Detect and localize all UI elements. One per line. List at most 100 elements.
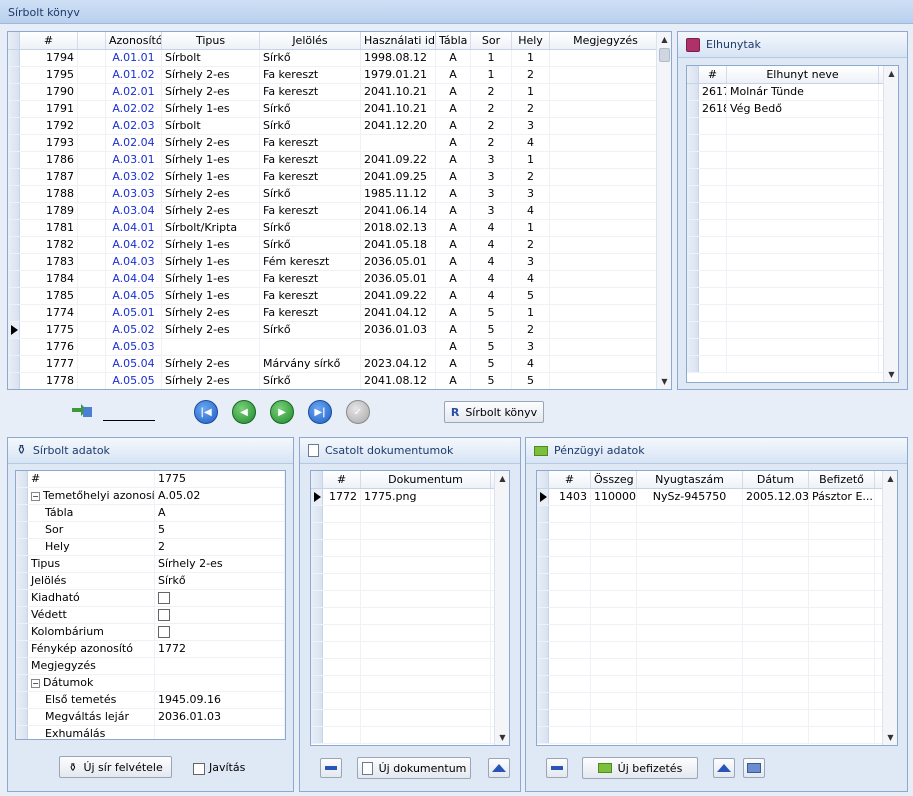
- property-row[interactable]: Megváltás lejár 2036.01.03: [16, 709, 285, 726]
- table-row[interactable]: [311, 676, 509, 693]
- table-row[interactable]: [537, 676, 897, 693]
- deceased-grid[interactable]: #Elhunyt neve 2617Molnár Tünde2618Vég Be…: [686, 65, 899, 383]
- main-grid-scrollbar[interactable]: ▲ ▼: [656, 32, 671, 389]
- table-row[interactable]: [537, 591, 897, 608]
- table-row[interactable]: 1786 A.03.01 Sírhely 1-es Fa kereszt 2041.09…: [8, 152, 671, 169]
- table-row[interactable]: [311, 727, 509, 744]
- list-item[interactable]: [687, 169, 898, 186]
- filter-icon[interactable]: [78, 32, 106, 49]
- new-payment-button[interactable]: Új befizetés: [582, 757, 698, 779]
- property-value[interactable]: [155, 590, 285, 606]
- list-item[interactable]: [687, 135, 898, 152]
- table-row[interactable]: [311, 625, 509, 642]
- remove-document-button[interactable]: [320, 758, 342, 778]
- list-item[interactable]: [687, 288, 898, 305]
- table-row[interactable]: [537, 710, 897, 727]
- property-value[interactable]: [155, 658, 285, 674]
- table-row[interactable]: 1792 A.02.03 Sírbolt Sírkő 2041.12.20 A 2 3: [8, 118, 671, 135]
- remove-payment-button[interactable]: [546, 758, 568, 778]
- list-item[interactable]: 2618Vég Bedő: [687, 101, 898, 118]
- column-header[interactable]: Tábla: [436, 32, 471, 49]
- collapse-icon[interactable]: −: [31, 678, 40, 688]
- column-header[interactable]: Megjegyzés: [550, 32, 662, 49]
- property-row[interactable]: #1775: [16, 471, 285, 488]
- property-row[interactable]: Exhumálás: [16, 726, 285, 739]
- table-row[interactable]: [537, 557, 897, 574]
- table-row[interactable]: 1789 A.03.04 Sírhely 2-es Fa kereszt 2041.06…: [8, 203, 671, 220]
- column-header[interactable]: #: [323, 471, 361, 488]
- table-row[interactable]: [311, 659, 509, 676]
- table-row[interactable]: 1785 A.04.05 Sírhely 1-es Fa kereszt 2041.09…: [8, 288, 671, 305]
- table-row[interactable]: [537, 540, 897, 557]
- finance-grid[interactable]: # Összeg Nyugtaszám Dátum Befizető 1403 11000…: [536, 470, 898, 746]
- property-value[interactable]: [155, 726, 285, 739]
- column-header[interactable]: Elhunyt neve: [727, 66, 879, 83]
- property-checkbox[interactable]: [158, 609, 170, 621]
- scroll-down-icon[interactable]: ▼: [657, 374, 671, 389]
- table-row[interactable]: 1788 A.03.03 Sírhely 2-es Sírkő 1985.11.12 A 3…: [8, 186, 671, 203]
- documents-scrollbar[interactable]: ▲ ▼: [494, 471, 509, 745]
- scroll-up-icon[interactable]: ▲: [495, 471, 509, 486]
- column-header[interactable]: Jelölés: [260, 32, 361, 49]
- property-row[interactable]: − Temetőhelyi azonosító A.05.02: [16, 488, 285, 505]
- table-row[interactable]: [537, 523, 897, 540]
- list-item[interactable]: [687, 356, 898, 373]
- table-row[interactable]: 1795 A.01.02 Sírhely 2-es Fa kereszt 1979.01…: [8, 67, 671, 84]
- property-checkbox[interactable]: [158, 592, 170, 604]
- column-header[interactable]: Összeg: [591, 471, 637, 488]
- first-record-button[interactable]: |◀: [194, 400, 218, 424]
- table-row[interactable]: [537, 727, 897, 744]
- scroll-up-icon[interactable]: ▲: [884, 66, 898, 81]
- table-row[interactable]: [537, 608, 897, 625]
- list-item[interactable]: [687, 152, 898, 169]
- property-value[interactable]: Sírkő: [155, 573, 285, 589]
- table-row[interactable]: [311, 523, 509, 540]
- last-record-button[interactable]: ▶|: [308, 400, 332, 424]
- grave-property-grid[interactable]: #1775− Temetőhelyi azonosító A.05.02 Tábla A…: [15, 470, 286, 740]
- table-row[interactable]: 1794 A.01.01 Sírbolt Sírkő 1998.08.12 A 1 1: [8, 50, 671, 67]
- deceased-scrollbar[interactable]: ▲ ▼: [883, 66, 898, 382]
- table-row[interactable]: 1787 A.03.02 Sírhely 1-es Fa kereszt 2041.09…: [8, 169, 671, 186]
- property-row[interactable]: − Dátumok: [16, 675, 285, 692]
- scroll-up-icon[interactable]: ▲: [657, 32, 671, 47]
- property-row[interactable]: Kiadható: [16, 590, 285, 607]
- table-row[interactable]: 1791 A.02.02 Sírhely 1-es Sírkő 2041.10.21 A 2…: [8, 101, 671, 118]
- finance-scrollbar[interactable]: ▲ ▼: [882, 471, 897, 745]
- property-value[interactable]: 2036.01.03: [155, 709, 285, 725]
- table-row[interactable]: 1778 A.05.05 Sírhely 2-es Sírkő 2041.08.12 A 5…: [8, 373, 671, 389]
- column-header[interactable]: Sor: [471, 32, 512, 49]
- list-item[interactable]: [687, 271, 898, 288]
- column-header[interactable]: Hely: [512, 32, 550, 49]
- table-row[interactable]: 1403 110000 NySz-945750 2005.12.03 Pásztor E…: [537, 489, 897, 506]
- property-row[interactable]: Védett: [16, 607, 285, 624]
- table-row[interactable]: 1775 A.05.02 Sírhely 2-es Sírkő 2036.01.03 A 5…: [8, 322, 671, 339]
- property-row[interactable]: Tábla A: [16, 505, 285, 522]
- property-value[interactable]: 2: [155, 539, 285, 555]
- table-row[interactable]: [311, 693, 509, 710]
- table-row[interactable]: [537, 506, 897, 523]
- property-row[interactable]: Jelölés Sírkő: [16, 573, 285, 590]
- fix-checkbox[interactable]: [193, 763, 205, 775]
- column-header[interactable]: Dátum: [743, 471, 809, 488]
- property-value[interactable]: 1945.09.16: [155, 692, 285, 708]
- table-row[interactable]: [311, 608, 509, 625]
- table-row[interactable]: 1774 A.05.01 Sírhely 2-es Fa kereszt 2041.04…: [8, 305, 671, 322]
- table-row[interactable]: [311, 591, 509, 608]
- navigator-jump-icon[interactable]: [71, 403, 93, 419]
- upload-payment-button[interactable]: [713, 758, 735, 778]
- list-item[interactable]: [687, 237, 898, 254]
- table-row[interactable]: 1782 A.04.02 Sírhely 1-es Sírkő 2041.05.18 A 4…: [8, 237, 671, 254]
- column-header[interactable]: #: [549, 471, 591, 488]
- property-value[interactable]: 5: [155, 522, 285, 538]
- column-header[interactable]: #: [20, 32, 78, 49]
- list-item[interactable]: 2617Molnár Tünde: [687, 84, 898, 101]
- table-row[interactable]: [311, 540, 509, 557]
- column-header[interactable]: Tipus: [162, 32, 260, 49]
- column-header[interactable]: Nyugtaszám: [637, 471, 743, 488]
- table-row[interactable]: 1790 A.02.01 Sírhely 2-es Fa kereszt 2041.10…: [8, 84, 671, 101]
- property-row[interactable]: Sor 5: [16, 522, 285, 539]
- table-row[interactable]: [537, 659, 897, 676]
- table-row[interactable]: [537, 625, 897, 642]
- refresh-button[interactable]: ✓: [346, 400, 370, 424]
- record-number-field[interactable]: [103, 420, 155, 421]
